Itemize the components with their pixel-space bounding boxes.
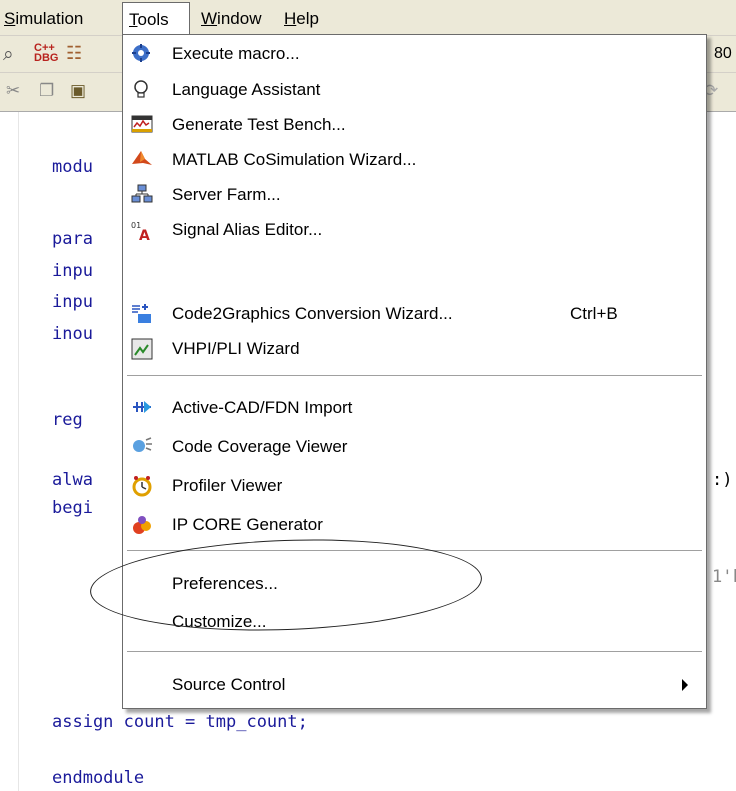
menu-simulation[interactable]: Simulation (4, 9, 83, 29)
vhpi-pli-icon (131, 338, 153, 360)
active-cad-icon (131, 397, 151, 417)
test-bench-icon (131, 114, 153, 134)
menu-tools[interactable]: Tools (122, 2, 190, 35)
menu-item-signal-alias-editor[interactable]: 01 A Signal Alias Editor... (123, 213, 706, 247)
code-line: reg (52, 410, 83, 430)
menu-separator (127, 651, 702, 653)
code-line: endmodule (52, 768, 145, 788)
code-line: inpu (52, 292, 93, 312)
code-line: inou (52, 324, 93, 344)
toolbar-value: 80 (714, 45, 732, 62)
menu-item-language-assistant[interactable]: Language Assistant (123, 73, 706, 107)
svg-text:A: A (139, 228, 150, 241)
menu-item-vhpi-pli-wizard[interactable]: VHPI/PLI Wizard (123, 332, 706, 366)
menu-item-profiler-viewer[interactable]: Profiler Viewer (123, 469, 706, 503)
code-line: assign count = tmp_count; (52, 712, 308, 732)
submenu-arrow-icon (682, 679, 688, 691)
menu-item-server-farm[interactable]: Server Farm... (123, 178, 706, 212)
search-icon[interactable]: ⌕ (3, 44, 14, 66)
code-line: begi (52, 498, 93, 518)
signal-alias-icon: 01 A (131, 219, 151, 244)
code-line: para (52, 229, 93, 249)
menu-separator (127, 375, 702, 377)
menu-item-matlab-cosimulation[interactable]: MATLAB CoSimulation Wizard... (123, 143, 706, 177)
code-line: inpu (52, 261, 93, 281)
server-farm-icon (131, 184, 153, 204)
menu-item-code2graphics[interactable]: Code2Graphics Conversion Wizard... Ctrl+… (123, 297, 706, 331)
hierarchy-icon[interactable]: ☷ (66, 43, 82, 64)
menu-item-active-cad-import[interactable]: Active-CAD/FDN Import (123, 391, 706, 425)
menu-item-ip-core-generator[interactable]: IP CORE Generator (123, 508, 706, 542)
code-coverage-icon (131, 436, 152, 456)
menu-item-code-coverage-viewer[interactable]: Code Coverage Viewer (123, 430, 706, 464)
profiler-clock-icon (131, 475, 152, 497)
code-fragment: :) (712, 470, 733, 490)
menu-item-generate-test-bench[interactable]: Generate Test Bench... (123, 108, 706, 142)
execute-macro-icon (131, 43, 151, 63)
menu-item-execute-macro[interactable]: Execute macro... (123, 37, 706, 71)
code-fragment: 1'k (712, 567, 736, 587)
code-line: modu (52, 157, 93, 177)
editor-gutter (18, 112, 19, 791)
menu-item-source-control[interactable]: Source Control (123, 668, 706, 702)
ip-core-icon (131, 514, 151, 534)
code2graphics-icon (131, 303, 151, 323)
lightbulb-icon (131, 79, 151, 99)
cut-icon[interactable]: ✂ (6, 81, 20, 101)
matlab-icon (131, 149, 152, 169)
menu-help[interactable]: Help (284, 9, 319, 29)
copy-icon[interactable]: ❐ (39, 81, 54, 101)
code-line: alwa (52, 470, 93, 490)
debug-cpp-icon[interactable]: C++ DBG (34, 43, 58, 64)
paste-icon[interactable]: ▣ (70, 81, 86, 101)
menu-bar: Simulation Tools Window Help (0, 0, 736, 36)
menu-window[interactable]: Window (201, 9, 261, 29)
